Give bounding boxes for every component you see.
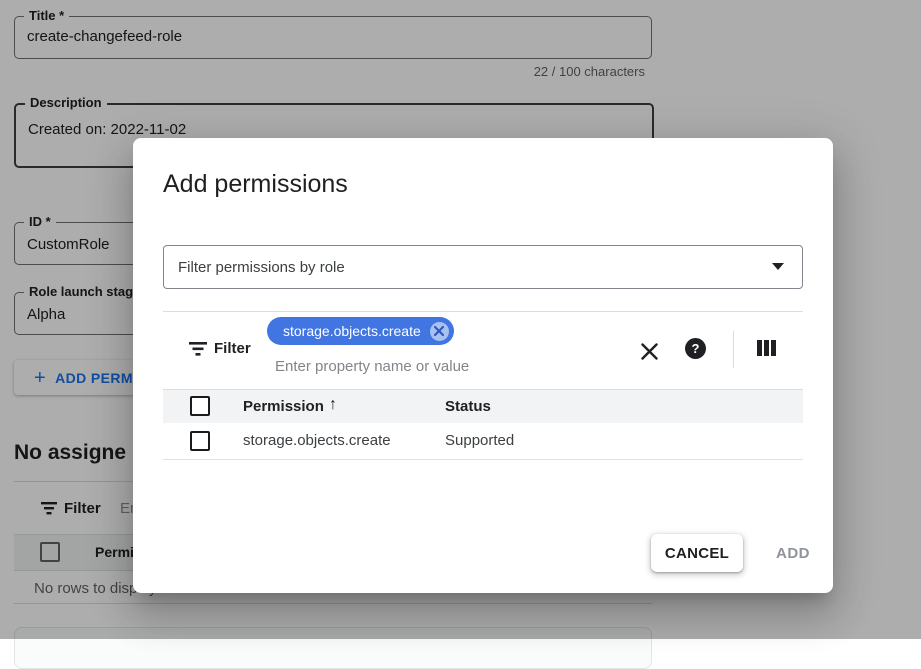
filter-chip[interactable]: storage.objects.create bbox=[267, 317, 454, 345]
row-permission-cell: storage.objects.create bbox=[243, 432, 391, 449]
row-status-cell: Supported bbox=[445, 432, 514, 449]
permission-column-header[interactable]: Permission bbox=[243, 398, 324, 415]
row-checkbox[interactable] bbox=[190, 431, 210, 451]
select-all-checkbox[interactable] bbox=[190, 396, 210, 416]
filter-label: Filter bbox=[214, 340, 251, 357]
add-button[interactable]: ADD bbox=[758, 534, 828, 572]
table-row[interactable]: storage.objects.create Supported bbox=[163, 423, 803, 460]
filter-permissions-by-role-dropdown[interactable]: Filter permissions by role bbox=[163, 245, 803, 289]
permissions-table-header: Permission ↑ Status bbox=[163, 389, 803, 424]
filter-input[interactable]: Enter property name or value bbox=[275, 358, 469, 375]
filter-chip-label: storage.objects.create bbox=[283, 323, 421, 339]
vertical-divider bbox=[733, 331, 734, 368]
help-icon[interactable]: ? bbox=[685, 338, 706, 359]
dropdown-value: Filter permissions by role bbox=[178, 259, 345, 276]
filter-icon bbox=[189, 342, 207, 356]
chip-remove-icon[interactable] bbox=[430, 322, 449, 341]
cancel-button[interactable]: CANCEL bbox=[651, 534, 743, 572]
chevron-down-icon bbox=[772, 263, 784, 270]
column-display-options-button[interactable] bbox=[754, 339, 778, 357]
sort-ascending-icon[interactable]: ↑ bbox=[329, 396, 337, 414]
dialog-title: Add permissions bbox=[163, 170, 348, 199]
columns-icon bbox=[757, 340, 776, 356]
add-permissions-dialog: Add permissions Filter permissions by ro… bbox=[133, 138, 833, 593]
close-icon bbox=[641, 343, 658, 360]
divider bbox=[163, 311, 803, 312]
status-column-header[interactable]: Status bbox=[445, 398, 491, 415]
clear-filter-button[interactable] bbox=[638, 340, 660, 362]
help-glyph: ? bbox=[692, 341, 700, 356]
